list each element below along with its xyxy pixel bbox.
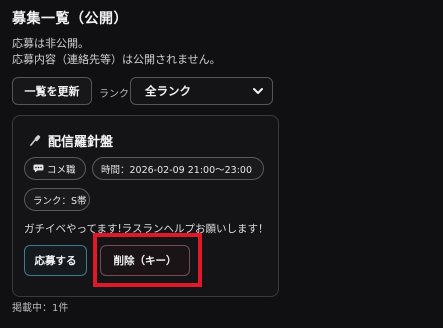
privacy-notice-line1: 応募は非公開。 <box>12 37 89 50</box>
rank-filter-value: 全ランク <box>145 84 191 98</box>
listing-card: 配信羅針盤 コメ職 時間：2026-02-09 21:00〜23:00 ランク：… <box>12 115 279 297</box>
category-chip: コメ職 <box>24 157 86 180</box>
listing-title: 配信羅針盤 <box>48 135 114 150</box>
chevron-down-icon <box>253 88 263 94</box>
rank-filter-label: ランク <box>99 89 129 100</box>
page-title: 募集一覧（公開） <box>12 11 128 27</box>
time-chip: 時間：2026-02-09 21:00〜23:00 <box>92 157 264 180</box>
rank-chip: ランク：S帯 <box>24 188 90 211</box>
privacy-notice-line2: 応募内容（連絡先等）は公開されません。 <box>12 53 221 66</box>
apply-button[interactable]: 応募する <box>24 245 87 276</box>
microphone-icon <box>30 135 41 146</box>
listing-title-row: 配信羅針盤 <box>29 131 113 150</box>
listing-description: ガチイベやってます!ラスランヘルプお願いします！ <box>24 223 269 235</box>
chat-bubble-icon <box>33 164 44 173</box>
rank-filter-select[interactable]: 全ランク <box>130 77 273 105</box>
refresh-list-button[interactable]: 一覧を更新 <box>12 77 92 105</box>
delete-button[interactable]: 削除（キー） <box>100 245 190 276</box>
recruitment-list-page: 募集一覧（公開） 応募は非公開。 応募内容（連絡先等）は公開されません。 一覧を… <box>0 0 443 328</box>
listing-count: 掲載中：1件 <box>12 303 69 314</box>
category-chip-label: コメ職 <box>47 164 76 176</box>
